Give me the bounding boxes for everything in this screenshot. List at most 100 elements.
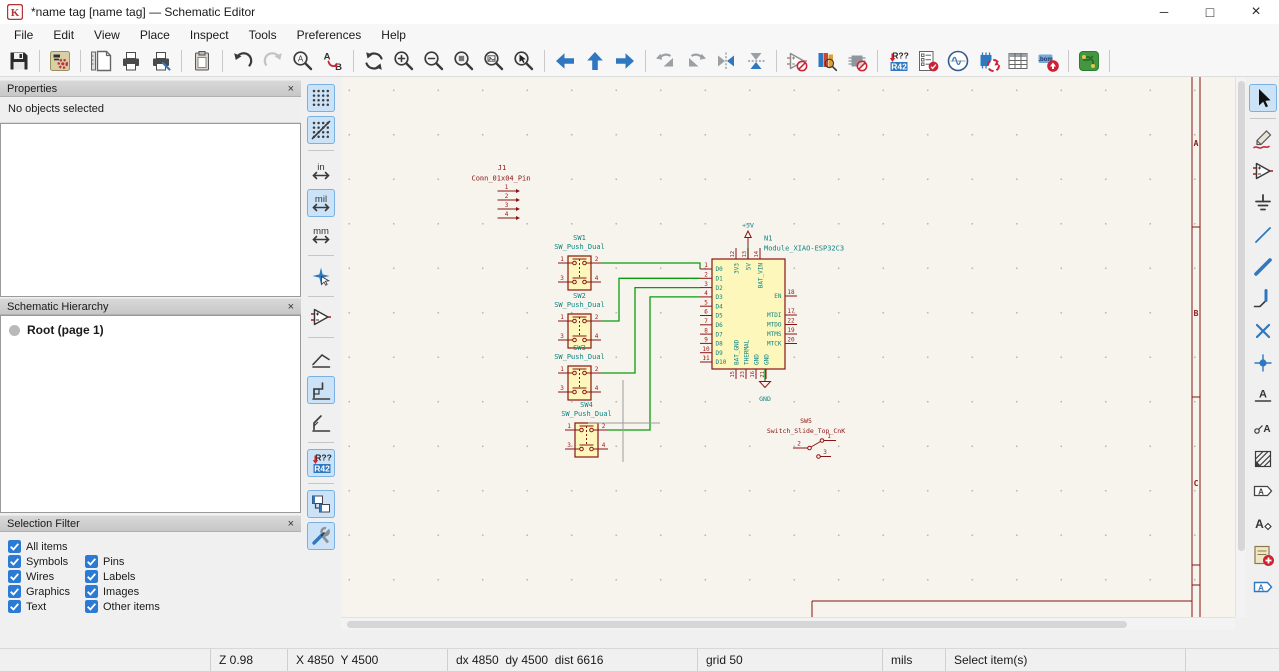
- menu-help[interactable]: Help: [371, 24, 416, 46]
- units-inches-button[interactable]: in: [307, 157, 335, 185]
- assign-footprints-button[interactable]: [974, 47, 1002, 75]
- filter-graphics[interactable]: Graphics: [8, 585, 85, 598]
- switch-sw1[interactable]: SW1 SW_Push_Dual: [554, 234, 605, 290]
- vertical-scrollbar-thumb[interactable]: [1238, 81, 1245, 551]
- grid-visibility-button[interactable]: [307, 84, 335, 112]
- rotate-ccw-button[interactable]: [652, 47, 680, 75]
- hierarchy-root-item[interactable]: Root (page 1): [1, 316, 300, 337]
- switch-sw2[interactable]: SW2 SW_Push_Dual: [554, 292, 605, 348]
- nav-back-button[interactable]: [551, 47, 579, 75]
- filter-images[interactable]: Images: [85, 585, 294, 598]
- menu-view[interactable]: View: [84, 24, 130, 46]
- menu-tools[interactable]: Tools: [239, 24, 287, 46]
- draw-bus-button[interactable]: [1249, 253, 1277, 281]
- simulator-button[interactable]: [944, 47, 972, 75]
- filter-wires[interactable]: Wires: [8, 570, 85, 583]
- filter-symbols[interactable]: Symbols: [8, 555, 85, 568]
- hierarchy-navigator-button[interactable]: [307, 490, 335, 518]
- switch-sw4[interactable]: SW4 SW_Push_Dual: [561, 401, 612, 457]
- find-replace-button[interactable]: AB: [319, 47, 347, 75]
- hierarchical-label-button[interactable]: A: [1249, 573, 1277, 601]
- connector-j1[interactable]: J1 Conn_01x04_Pin 1 2 3 4: [471, 164, 530, 220]
- properties-panel-toggle[interactable]: [307, 522, 335, 550]
- schematic-setup-button[interactable]: [46, 47, 74, 75]
- place-junction-button[interactable]: [1249, 349, 1277, 377]
- power-5v[interactable]: +5V: [742, 222, 754, 246]
- print-button[interactable]: [117, 47, 145, 75]
- netclass-directive-button[interactable]: A: [1249, 413, 1277, 441]
- wire-45deg-button[interactable]: [307, 408, 335, 436]
- menu-inspect[interactable]: Inspect: [180, 24, 239, 46]
- schematic-canvas[interactable]: 1 2 3 4 A B C J1 Conn_01x04_Pin: [341, 77, 1235, 617]
- filter-pins[interactable]: Pins: [85, 555, 294, 568]
- switch-sw5[interactable]: SW5 Switch_Slide_Top_CnK 2 1 3: [767, 417, 845, 458]
- menu-place[interactable]: Place: [130, 24, 180, 46]
- save-button[interactable]: [5, 47, 33, 75]
- power-gnd[interactable]: GND: [759, 380, 771, 403]
- menu-edit[interactable]: Edit: [43, 24, 84, 46]
- place-text-button[interactable]: A: [1249, 509, 1277, 537]
- place-symbol-button[interactable]: [1249, 157, 1277, 185]
- zoom-out-button[interactable]: [420, 47, 448, 75]
- nav-up-button[interactable]: [581, 47, 609, 75]
- maximize-button[interactable]: □: [1187, 0, 1233, 24]
- hierarchy-close-icon[interactable]: ×: [288, 301, 294, 313]
- grid-override-button[interactable]: [307, 116, 335, 144]
- horizontal-scrollbar[interactable]: [341, 617, 1235, 630]
- draw-wire-button[interactable]: [1249, 221, 1277, 249]
- rule-area-button[interactable]: [1249, 445, 1277, 473]
- filter-all-items[interactable]: All items: [8, 540, 294, 553]
- erc-button[interactable]: [914, 47, 942, 75]
- zoom-fit-button[interactable]: [450, 47, 478, 75]
- hierarchical-sheet-button[interactable]: [1249, 541, 1277, 569]
- properties-close-icon[interactable]: ×: [288, 83, 294, 95]
- annotate-button[interactable]: [884, 47, 912, 75]
- units-mm-button[interactable]: mm: [307, 221, 335, 249]
- nav-forward-button[interactable]: [611, 47, 639, 75]
- page-settings-button[interactable]: [87, 47, 115, 75]
- horizontal-scrollbar-thumb[interactable]: [347, 621, 1127, 628]
- wire-to-bus-entry-button[interactable]: [1249, 285, 1277, 313]
- symbol-fields-table-button[interactable]: [1004, 47, 1032, 75]
- filter-close-icon[interactable]: ×: [288, 518, 294, 530]
- rotate-cw-button[interactable]: [682, 47, 710, 75]
- find-button[interactable]: A: [289, 47, 317, 75]
- units-mils-button[interactable]: mil: [307, 189, 335, 217]
- open-pcb-editor-button[interactable]: [1075, 47, 1103, 75]
- place-power-port-button[interactable]: [1249, 189, 1277, 217]
- wire-free-angle-button[interactable]: [307, 344, 335, 372]
- undo-button[interactable]: [229, 47, 257, 75]
- refresh-button[interactable]: [360, 47, 388, 75]
- edit-symbol-button[interactable]: [783, 47, 811, 75]
- redo-button[interactable]: [259, 47, 287, 75]
- module-n1[interactable]: N1 Module_XIAO-ESP32C3 1 2 3 4 5 6 7 8: [700, 235, 844, 380]
- zoom-selection-button[interactable]: [510, 47, 538, 75]
- zoom-fit-objects-button[interactable]: [480, 47, 508, 75]
- net-label-button[interactable]: A: [1249, 381, 1277, 409]
- export-bom-button[interactable]: .bom: [1034, 47, 1062, 75]
- global-label-button[interactable]: A: [1249, 477, 1277, 505]
- filter-other-items[interactable]: Other items: [85, 600, 294, 613]
- mirror-h-button[interactable]: [712, 47, 740, 75]
- wire-90deg-button[interactable]: [307, 376, 335, 404]
- no-connect-button[interactable]: [1249, 317, 1277, 345]
- mirror-v-button[interactable]: [742, 47, 770, 75]
- annotate-auto-button[interactable]: [307, 449, 335, 477]
- filter-labels[interactable]: Labels: [85, 570, 294, 583]
- symbol-library-browser-button[interactable]: [813, 47, 841, 75]
- menu-file[interactable]: File: [4, 24, 43, 46]
- zoom-in-button[interactable]: [390, 47, 418, 75]
- highlight-net-button[interactable]: [1249, 125, 1277, 153]
- hidden-pins-button[interactable]: [307, 303, 335, 331]
- close-button[interactable]: ×: [1233, 0, 1279, 24]
- edit-footprint-button[interactable]: [843, 47, 871, 75]
- plot-button[interactable]: [147, 47, 175, 75]
- switch-sw3[interactable]: SW3 SW_Push_Dual: [554, 344, 605, 400]
- selection-tool-button[interactable]: [1249, 84, 1277, 112]
- cursor-shape-button[interactable]: [307, 262, 335, 290]
- minimize-button[interactable]: ─: [1141, 0, 1187, 24]
- menu-preferences[interactable]: Preferences: [287, 24, 372, 46]
- vertical-scrollbar[interactable]: [1235, 77, 1246, 617]
- filter-text[interactable]: Text: [8, 600, 85, 613]
- paste-button[interactable]: [188, 47, 216, 75]
